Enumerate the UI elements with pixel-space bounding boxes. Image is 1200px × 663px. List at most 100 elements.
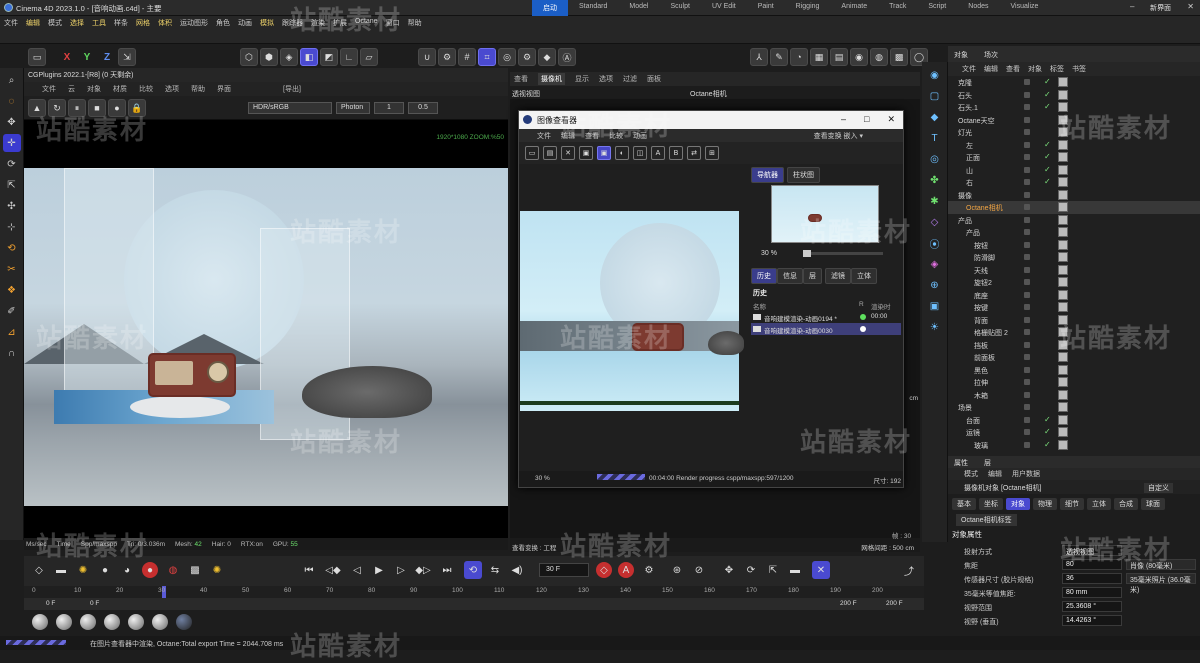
material-swatch[interactable] <box>56 614 72 630</box>
object-tree-row[interactable]: Octane天空 <box>948 114 1200 127</box>
obj-menu-bookmarks[interactable]: 书签 <box>1072 64 1086 74</box>
polygons-mode-icon[interactable]: ▱ <box>360 48 378 66</box>
pv-animation-menu[interactable]: 动画 <box>633 131 647 141</box>
material-tag-icon[interactable] <box>1058 377 1068 387</box>
attr-tab-physical[interactable]: 物理 <box>1033 498 1057 510</box>
clapper-icon[interactable]: ▦ <box>810 48 828 66</box>
layout-tab-uvedit[interactable]: UV Edit <box>701 0 747 16</box>
pv-menu-options[interactable]: 选项 <box>599 74 613 84</box>
magnet-icon[interactable]: ∪ <box>418 48 436 66</box>
object-tree-row[interactable]: 旋钮2 <box>948 276 1200 289</box>
workplane-icon[interactable]: ⌗ <box>478 48 496 66</box>
material-swatch[interactable] <box>32 614 48 630</box>
object-tree-row[interactable]: 格栅贴图 2 <box>948 326 1200 339</box>
object-tree-row[interactable]: 防滑脚 <box>948 251 1200 264</box>
material-tag-icon[interactable] <box>1058 152 1068 162</box>
pv-menu-filter[interactable]: 过滤 <box>623 74 637 84</box>
material-tag-icon[interactable] <box>1058 277 1068 287</box>
render-field-2[interactable]: 0.5 <box>408 102 438 114</box>
record-key-icon[interactable]: ◇ <box>596 562 612 578</box>
lv-menu-interface[interactable]: 界面 <box>217 84 231 94</box>
material-tag-icon[interactable] <box>1058 127 1068 137</box>
histogram-tab[interactable]: 柱状图 <box>787 167 820 183</box>
attr-menu-edit[interactable]: 编辑 <box>988 469 1002 479</box>
move-helper-icon[interactable]: ✥ <box>3 113 21 131</box>
sun-icon[interactable]: ✺ <box>74 561 92 579</box>
material-tag-icon[interactable] <box>1058 264 1068 275</box>
menu-octane[interactable]: 窗口 <box>386 18 400 28</box>
clay-mode-icon[interactable]: ● <box>108 99 126 117</box>
visibility-dot[interactable] <box>1024 429 1030 435</box>
menu-window[interactable]: 帮助 <box>408 18 422 28</box>
material-tag-icon[interactable] <box>1058 239 1068 250</box>
visibility-dot[interactable] <box>1024 404 1030 410</box>
menu-animation[interactable]: 模拟 <box>260 18 274 28</box>
menu-mesh[interactable]: 体积 <box>158 18 172 28</box>
lv-menu-help[interactable]: 帮助 <box>191 84 205 94</box>
object-tree-row[interactable]: 天线 <box>948 264 1200 277</box>
y-axis-icon[interactable]: Y <box>78 48 96 66</box>
attribute-value[interactable]: 透视视图 <box>1062 545 1122 556</box>
stereo-tab[interactable]: 立体 <box>851 268 877 284</box>
navigator-thumbnail[interactable] <box>771 185 879 243</box>
object-tree-row[interactable]: 玻璃 ✓ <box>948 439 1200 452</box>
pv-menu-camera[interactable]: 摄像机 <box>538 73 565 85</box>
object-tree-row[interactable]: 台面 ✓ <box>948 414 1200 427</box>
prev-key-icon[interactable]: ◁◆ <box>324 561 342 579</box>
colorspace-select[interactable]: HDR/sRGB <box>248 102 332 114</box>
kernel-select[interactable]: Photon <box>336 102 370 114</box>
timeline-range[interactable]: 0 F 0 F 200 F 200 F <box>24 598 924 610</box>
visibility-dot[interactable] <box>1024 279 1030 285</box>
layout-tab-standard[interactable]: Standard <box>568 0 618 16</box>
visibility-dot[interactable] <box>1024 254 1030 260</box>
material-tag-icon[interactable] <box>1058 252 1068 262</box>
points-mode-icon[interactable]: ◩ <box>320 48 338 66</box>
pv-minimize-icon[interactable]: – <box>841 114 846 125</box>
object-tree-row[interactable]: Octane相机 <box>948 201 1200 214</box>
scene-icon[interactable]: ▩ <box>890 48 908 66</box>
attribute-value[interactable]: 14.4263 ° <box>1062 615 1122 626</box>
position-key-icon[interactable]: ✥ <box>720 561 738 579</box>
view-transform-select[interactable]: 查看变换 嵌入 ▾ <box>814 131 863 141</box>
attribute-value[interactable]: 36 <box>1062 573 1122 584</box>
history-row[interactable]: 音响建模渲染-动画0030 <box>751 323 901 335</box>
x-axis-icon[interactable]: X <box>58 48 76 66</box>
text-icon[interactable]: T <box>927 130 943 146</box>
lv-menu-file[interactable]: 文件 <box>42 84 56 94</box>
material-tag-icon[interactable] <box>1058 77 1068 87</box>
viewport-icon[interactable]: ▢ <box>927 88 943 104</box>
object-tree-row[interactable]: 拉伸 <box>948 376 1200 389</box>
object-tree-row[interactable]: 运镜 ✓ <box>948 426 1200 439</box>
material-icon[interactable]: ◕ <box>118 561 136 579</box>
visibility-dot[interactable] <box>1024 166 1030 173</box>
next-frame-icon[interactable]: ▷ <box>392 561 410 579</box>
filters-tab[interactable]: 滤镜 <box>825 268 851 284</box>
object-tree-row[interactable]: 木箱 <box>948 389 1200 402</box>
visibility-dot[interactable] <box>1024 416 1030 423</box>
menu-extensions[interactable]: Octane <box>355 18 378 28</box>
knife-icon[interactable]: ✂ <box>3 260 21 278</box>
object-tree-row[interactable]: 底座 <box>948 289 1200 302</box>
material-tag-icon[interactable] <box>1058 102 1068 112</box>
object-tree-row[interactable]: 按键 <box>948 301 1200 314</box>
motion-path-icon[interactable]: ⊘ <box>690 561 708 579</box>
material-tag-icon[interactable] <box>1058 302 1068 312</box>
layout-tab-track[interactable]: Track <box>878 0 917 16</box>
motion-icon[interactable]: ⊛ <box>668 561 686 579</box>
object-tree-row[interactable]: 背面 <box>948 314 1200 327</box>
info-tab[interactable]: 信息 <box>777 268 803 284</box>
stop-icon[interactable]: ■ <box>88 99 106 117</box>
menu-tracker[interactable]: 渲染 <box>311 18 325 28</box>
layout-tab-nodes[interactable]: Nodes <box>957 0 999 16</box>
menu-render[interactable]: 扩展 <box>333 18 347 28</box>
visibility-dot[interactable] <box>1024 104 1030 110</box>
visibility-dot[interactable] <box>1024 191 1030 198</box>
visibility-dot[interactable] <box>1024 229 1030 235</box>
figure-icon[interactable]: ⅄ <box>750 48 768 66</box>
compare-a-icon[interactable]: A <box>651 146 665 160</box>
search-icon[interactable]: ⌕ <box>3 71 21 89</box>
deform-icon[interactable]: ◈ <box>927 256 943 272</box>
effector-icon[interactable]: ✱ <box>927 193 943 209</box>
material-tag-icon[interactable] <box>1058 352 1068 362</box>
enabled-check-icon[interactable]: ✓ <box>1044 140 1051 149</box>
